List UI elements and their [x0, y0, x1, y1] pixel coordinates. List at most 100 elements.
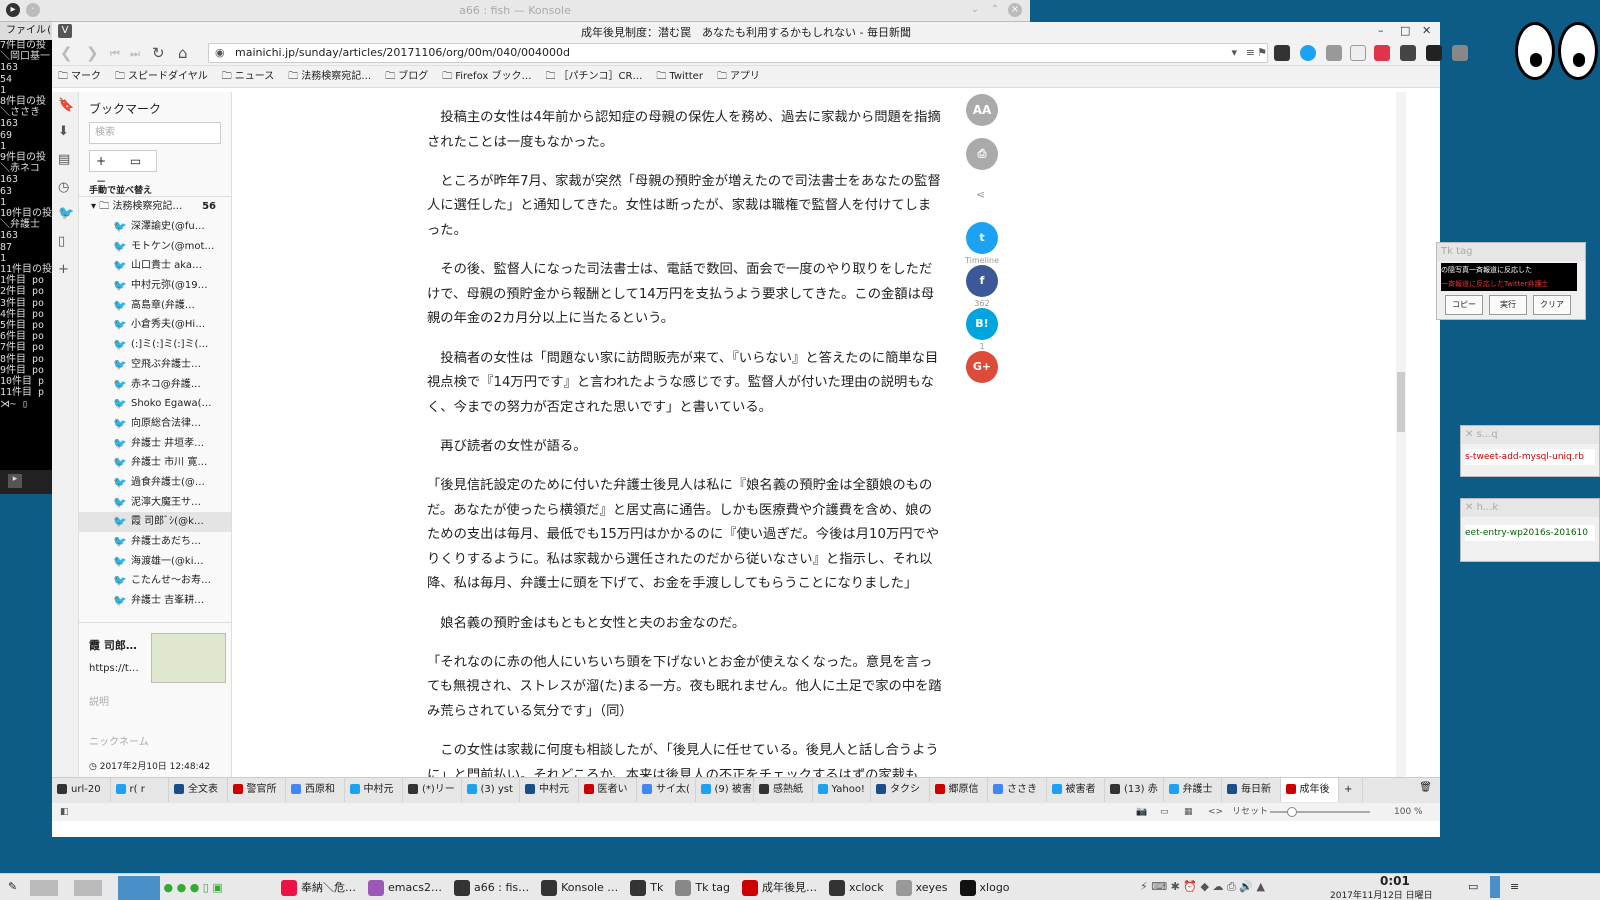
site-info-icon[interactable]: ◉ — [215, 44, 225, 62]
bookmark-item[interactable]: 🐦 小倉秀夫(@Hi… — [79, 315, 231, 335]
quick-launch-icons[interactable]: ● ● ● ▯ ▣ — [164, 874, 274, 900]
taskbar-task[interactable]: a66 : fis… — [450, 874, 537, 900]
font-size-icon[interactable]: AA — [966, 94, 998, 126]
bookmark-bar-item[interactable]: 🗀 ニュース — [222, 71, 275, 82]
clock-time[interactable]: 0:01 — [1380, 874, 1410, 888]
bookmark-bar-item[interactable]: 🗀 Firefox ブック… — [442, 71, 531, 82]
new-tab-icon[interactable]: + — [1339, 778, 1363, 802]
browser-tab[interactable]: 成年後 — [1280, 778, 1339, 802]
extension-owl-icon[interactable] — [1274, 45, 1290, 61]
bookmark-bar-item[interactable]: 🗀 ブログ — [385, 71, 428, 82]
taskbar-task[interactable]: xeyes — [892, 874, 956, 900]
panel-toggle-icon[interactable]: ◧ — [60, 803, 69, 821]
x-window-1-title[interactable]: ✕ s...q — [1461, 426, 1599, 444]
bookmark-bar-item[interactable]: 🗀 Twitter — [656, 71, 703, 82]
browser-tab[interactable]: サイ太( — [637, 778, 696, 802]
bookmark-item[interactable]: 🐦 モトケン(@mot… — [79, 237, 231, 257]
forward-icon[interactable]: ❯ — [86, 44, 99, 62]
browser-tab[interactable]: 全文表 — [169, 778, 228, 802]
bookmark-search-input[interactable]: 検索 — [89, 122, 221, 144]
maximize-icon[interactable]: ⌃ — [988, 3, 1002, 17]
print-icon[interactable]: ⎙ — [966, 138, 998, 170]
bookmarks-panel-icon[interactable]: 🔖 — [58, 98, 74, 113]
trash-icon[interactable]: 🗑 — [1419, 782, 1432, 793]
show-desktop-icon[interactable]: ▭ — [1468, 880, 1478, 893]
bookmark-item[interactable]: 🐦 弁護士 市川 寛… — [79, 453, 231, 473]
browser-tab[interactable]: 中村元 — [345, 778, 403, 802]
sort-label[interactable]: 手動で並べ替え — [89, 183, 152, 196]
tk-tag-title[interactable]: Tk tag — [1437, 243, 1585, 261]
hatena-share-icon[interactable]: B! — [966, 308, 998, 340]
terminal-icon[interactable]: ▸ — [8, 474, 22, 488]
description-label[interactable]: 説明 — [89, 693, 109, 708]
bookmark-folder[interactable]: ▾ 🗀 法務検察宛記… 56 — [79, 197, 231, 217]
bookmark-item[interactable]: 🐦 海渡雄一(@ki… — [79, 552, 231, 572]
nickname-label[interactable]: ニックネーム — [89, 733, 149, 748]
reload-icon[interactable]: ↻ — [152, 44, 165, 62]
browser-tab[interactable]: 医者い — [579, 778, 637, 802]
taskbar-task[interactable]: Tk — [626, 874, 671, 900]
browser-tab[interactable]: (9) 被害 — [696, 778, 754, 802]
browser-tab[interactable]: 郷原信 — [930, 778, 988, 802]
extension-twitter-icon[interactable] — [1300, 45, 1316, 61]
page-content[interactable]: 投稿主の女性は4年前から認知症の母親の保佐人を務め、過去に家裁から問題を指摘され… — [232, 92, 1406, 817]
tk-button[interactable]: クリア — [1533, 295, 1571, 315]
tk-tag-line-2[interactable]: 一斉報道に反応したTwitter弁護士 — [1441, 277, 1577, 291]
bookmark-item[interactable]: 🐦 向原総合法律… — [79, 414, 231, 434]
taskbar-task[interactable]: xlogo — [956, 874, 1018, 900]
x-window-2-text[interactable]: eet-entry-wp2016s-201610 — [1465, 525, 1595, 541]
desktop-3-icon[interactable] — [118, 876, 160, 900]
browser-tab[interactable]: (*)リー — [403, 778, 462, 802]
desktop-1-icon[interactable] — [30, 880, 58, 896]
home-icon[interactable]: ⌂ — [178, 44, 188, 62]
extension-pen-icon[interactable] — [1452, 45, 1468, 61]
maximize-icon[interactable]: □ — [1400, 24, 1410, 37]
taskbar-task[interactable]: emacs2… — [364, 874, 450, 900]
taskbar-task[interactable]: Konsole … — [537, 874, 626, 900]
pager-icon[interactable] — [1490, 876, 1500, 898]
bookmark-item[interactable]: 🐦 (:]ミ(:]ミ(:]ミ(… — [79, 335, 231, 355]
x-window-1-text[interactable]: s-tweet-add-mysql-uniq.rb — [1465, 449, 1595, 465]
address-bar[interactable]: ◉ mainichi.jp/sunday/articles/20171106/o… — [208, 43, 1268, 63]
bookmark-item[interactable]: 🐦 こたんせ～お寿… — [79, 571, 231, 591]
browser-tab[interactable]: (13) 赤 — [1105, 778, 1164, 802]
bookmark-bar-item[interactable]: 🗀 法務検察宛記… — [288, 71, 371, 82]
zoom-slider[interactable] — [1270, 807, 1370, 817]
taskbar-task[interactable]: xclock — [825, 874, 892, 900]
terminal[interactable]: ファイル(F 7件目の投＼岡口基一1635418件目の投＼ささき1636919件… — [0, 22, 52, 494]
bookmark-item[interactable]: 🐦 深澤諭史(@fu… — [79, 217, 231, 237]
konsole-titlebar[interactable]: ▸ · a66 : fish — Konsole ⌄ ⌃ × — [0, 0, 1030, 22]
downloads-icon[interactable]: ⬇ — [58, 124, 69, 139]
bookmark-item[interactable]: 🐦 中村元弥(@19… — [79, 276, 231, 296]
share-icon[interactable]: ⋖ — [976, 188, 985, 201]
bookmark-icon[interactable]: ⚑ — [1257, 44, 1267, 62]
capture-icon[interactable]: 📷 — [1136, 803, 1147, 821]
bookmark-bar-item[interactable]: 🗀 マーク — [58, 71, 101, 82]
history-icon[interactable]: ◷ — [58, 180, 69, 195]
twitter-panel-icon[interactable]: 🐦 — [58, 206, 74, 221]
bookmark-item[interactable]: 🐦 高島章(弁護… — [79, 296, 231, 316]
browser-tab[interactable]: タクシ — [871, 778, 930, 802]
browser-tab[interactable]: 西原和 — [286, 778, 345, 802]
gplus-share-icon[interactable]: G+ — [966, 351, 998, 383]
dropdown-icon[interactable]: ▾ — [1231, 44, 1237, 62]
menu-icon[interactable]: ≡ — [1510, 880, 1519, 893]
twitter-share-icon[interactable]: t — [966, 222, 998, 254]
bookmark-item[interactable]: 🐦 弁護士 井垣孝… — [79, 434, 231, 454]
browser-titlebar[interactable]: V 成年後見制度：潜む罠 あなたも利用するかもしれない - 毎日新聞 – □ ✕ — [52, 22, 1440, 40]
browser-tab[interactable]: 中村元 — [520, 778, 579, 802]
bookmark-bar-item[interactable]: 🗀 アプリ — [717, 71, 760, 82]
evernote-icon[interactable] — [1400, 45, 1416, 61]
close-icon[interactable]: ✕ — [1422, 24, 1431, 37]
minimize-icon[interactable]: ⌄ — [968, 3, 982, 17]
bookmark-item[interactable]: 🐦 霞 司郎ﾞｼ(@k… — [79, 512, 231, 532]
browser-tab[interactable]: 感熱紙 — [754, 778, 813, 802]
fastforward-icon[interactable]: ⏭ — [130, 47, 140, 61]
bookmark-item[interactable]: 🐦 Shoko Egawa(… — [79, 394, 231, 414]
browser-tab[interactable]: ささき — [988, 778, 1047, 802]
taskbar-task[interactable]: 奉納＼危… — [277, 874, 364, 900]
bookmark-tools[interactable]: + ▭ − — [89, 150, 157, 188]
browser-tab[interactable]: url-20 — [52, 778, 111, 802]
desktop-2-icon[interactable] — [74, 880, 102, 896]
browser-tab[interactable]: Yahoo! — [813, 778, 871, 802]
